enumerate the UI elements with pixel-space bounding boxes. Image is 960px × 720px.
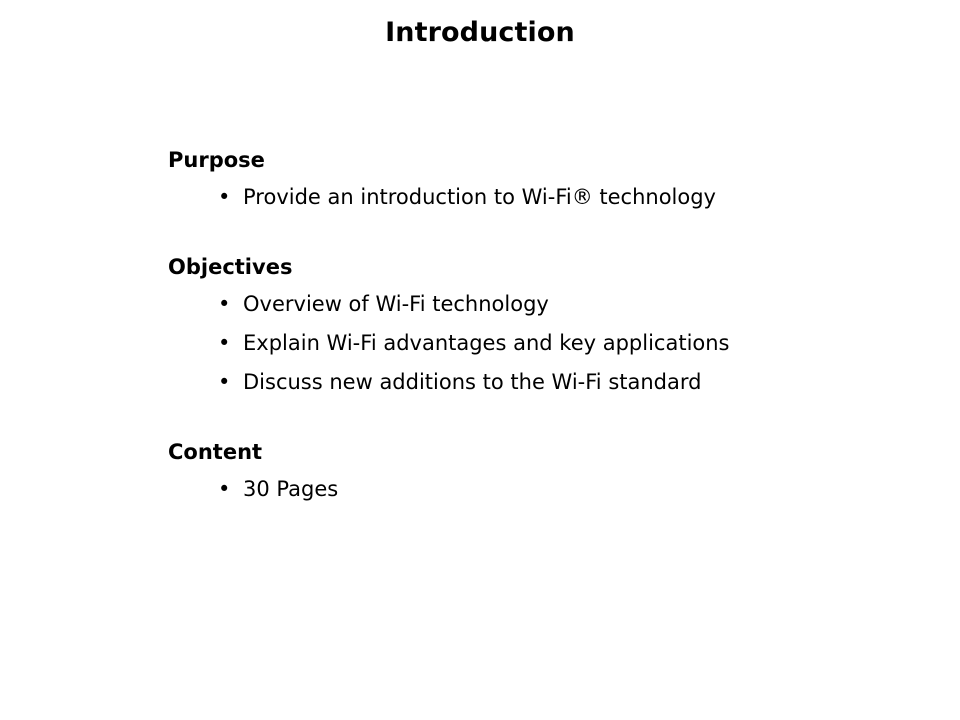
list-item: • Explain Wi-Fi advantages and key appli… [168, 324, 908, 363]
list-item-label: Provide an introduction to Wi-Fi® techno… [243, 185, 716, 209]
bullet-point-icon: • [218, 331, 231, 355]
list-item: • 30 Pages [168, 470, 908, 509]
bullet-list-objectives: • Overview of Wi-Fi technology • Explain… [168, 285, 908, 402]
bullet-point-icon: • [218, 477, 231, 501]
list-item-label: 30 Pages [243, 477, 339, 501]
list-item-label: Explain Wi-Fi advantages and key applica… [243, 331, 730, 355]
bullet-list-purpose: • Provide an introduction to Wi-Fi® tech… [168, 178, 908, 217]
bullet-point-icon: • [218, 370, 231, 394]
section-objectives: Objectives • Overview of Wi-Fi technolog… [168, 253, 908, 402]
slide-body: Purpose • Provide an introduction to Wi-… [168, 146, 908, 509]
section-heading-objectives: Objectives [168, 255, 293, 279]
list-item: • Provide an introduction to Wi-Fi® tech… [168, 178, 908, 217]
list-item: • Overview of Wi-Fi technology [168, 285, 908, 324]
list-item: • Discuss new additions to the Wi-Fi sta… [168, 363, 908, 402]
list-item-label: Discuss new additions to the Wi-Fi stand… [243, 370, 702, 394]
section-content: Content • 30 Pages [168, 438, 908, 509]
bullet-point-icon: • [218, 185, 231, 209]
list-item-label: Overview of Wi-Fi technology [243, 292, 549, 316]
section-purpose: Purpose • Provide an introduction to Wi-… [168, 146, 908, 217]
section-heading-purpose: Purpose [168, 148, 265, 172]
page-title: Introduction [385, 17, 575, 48]
slide: Introduction Purpose • Provide an introd… [0, 0, 960, 720]
bullet-point-icon: • [218, 292, 231, 316]
bullet-list-content: • 30 Pages [168, 470, 908, 509]
section-heading-content: Content [168, 440, 263, 464]
